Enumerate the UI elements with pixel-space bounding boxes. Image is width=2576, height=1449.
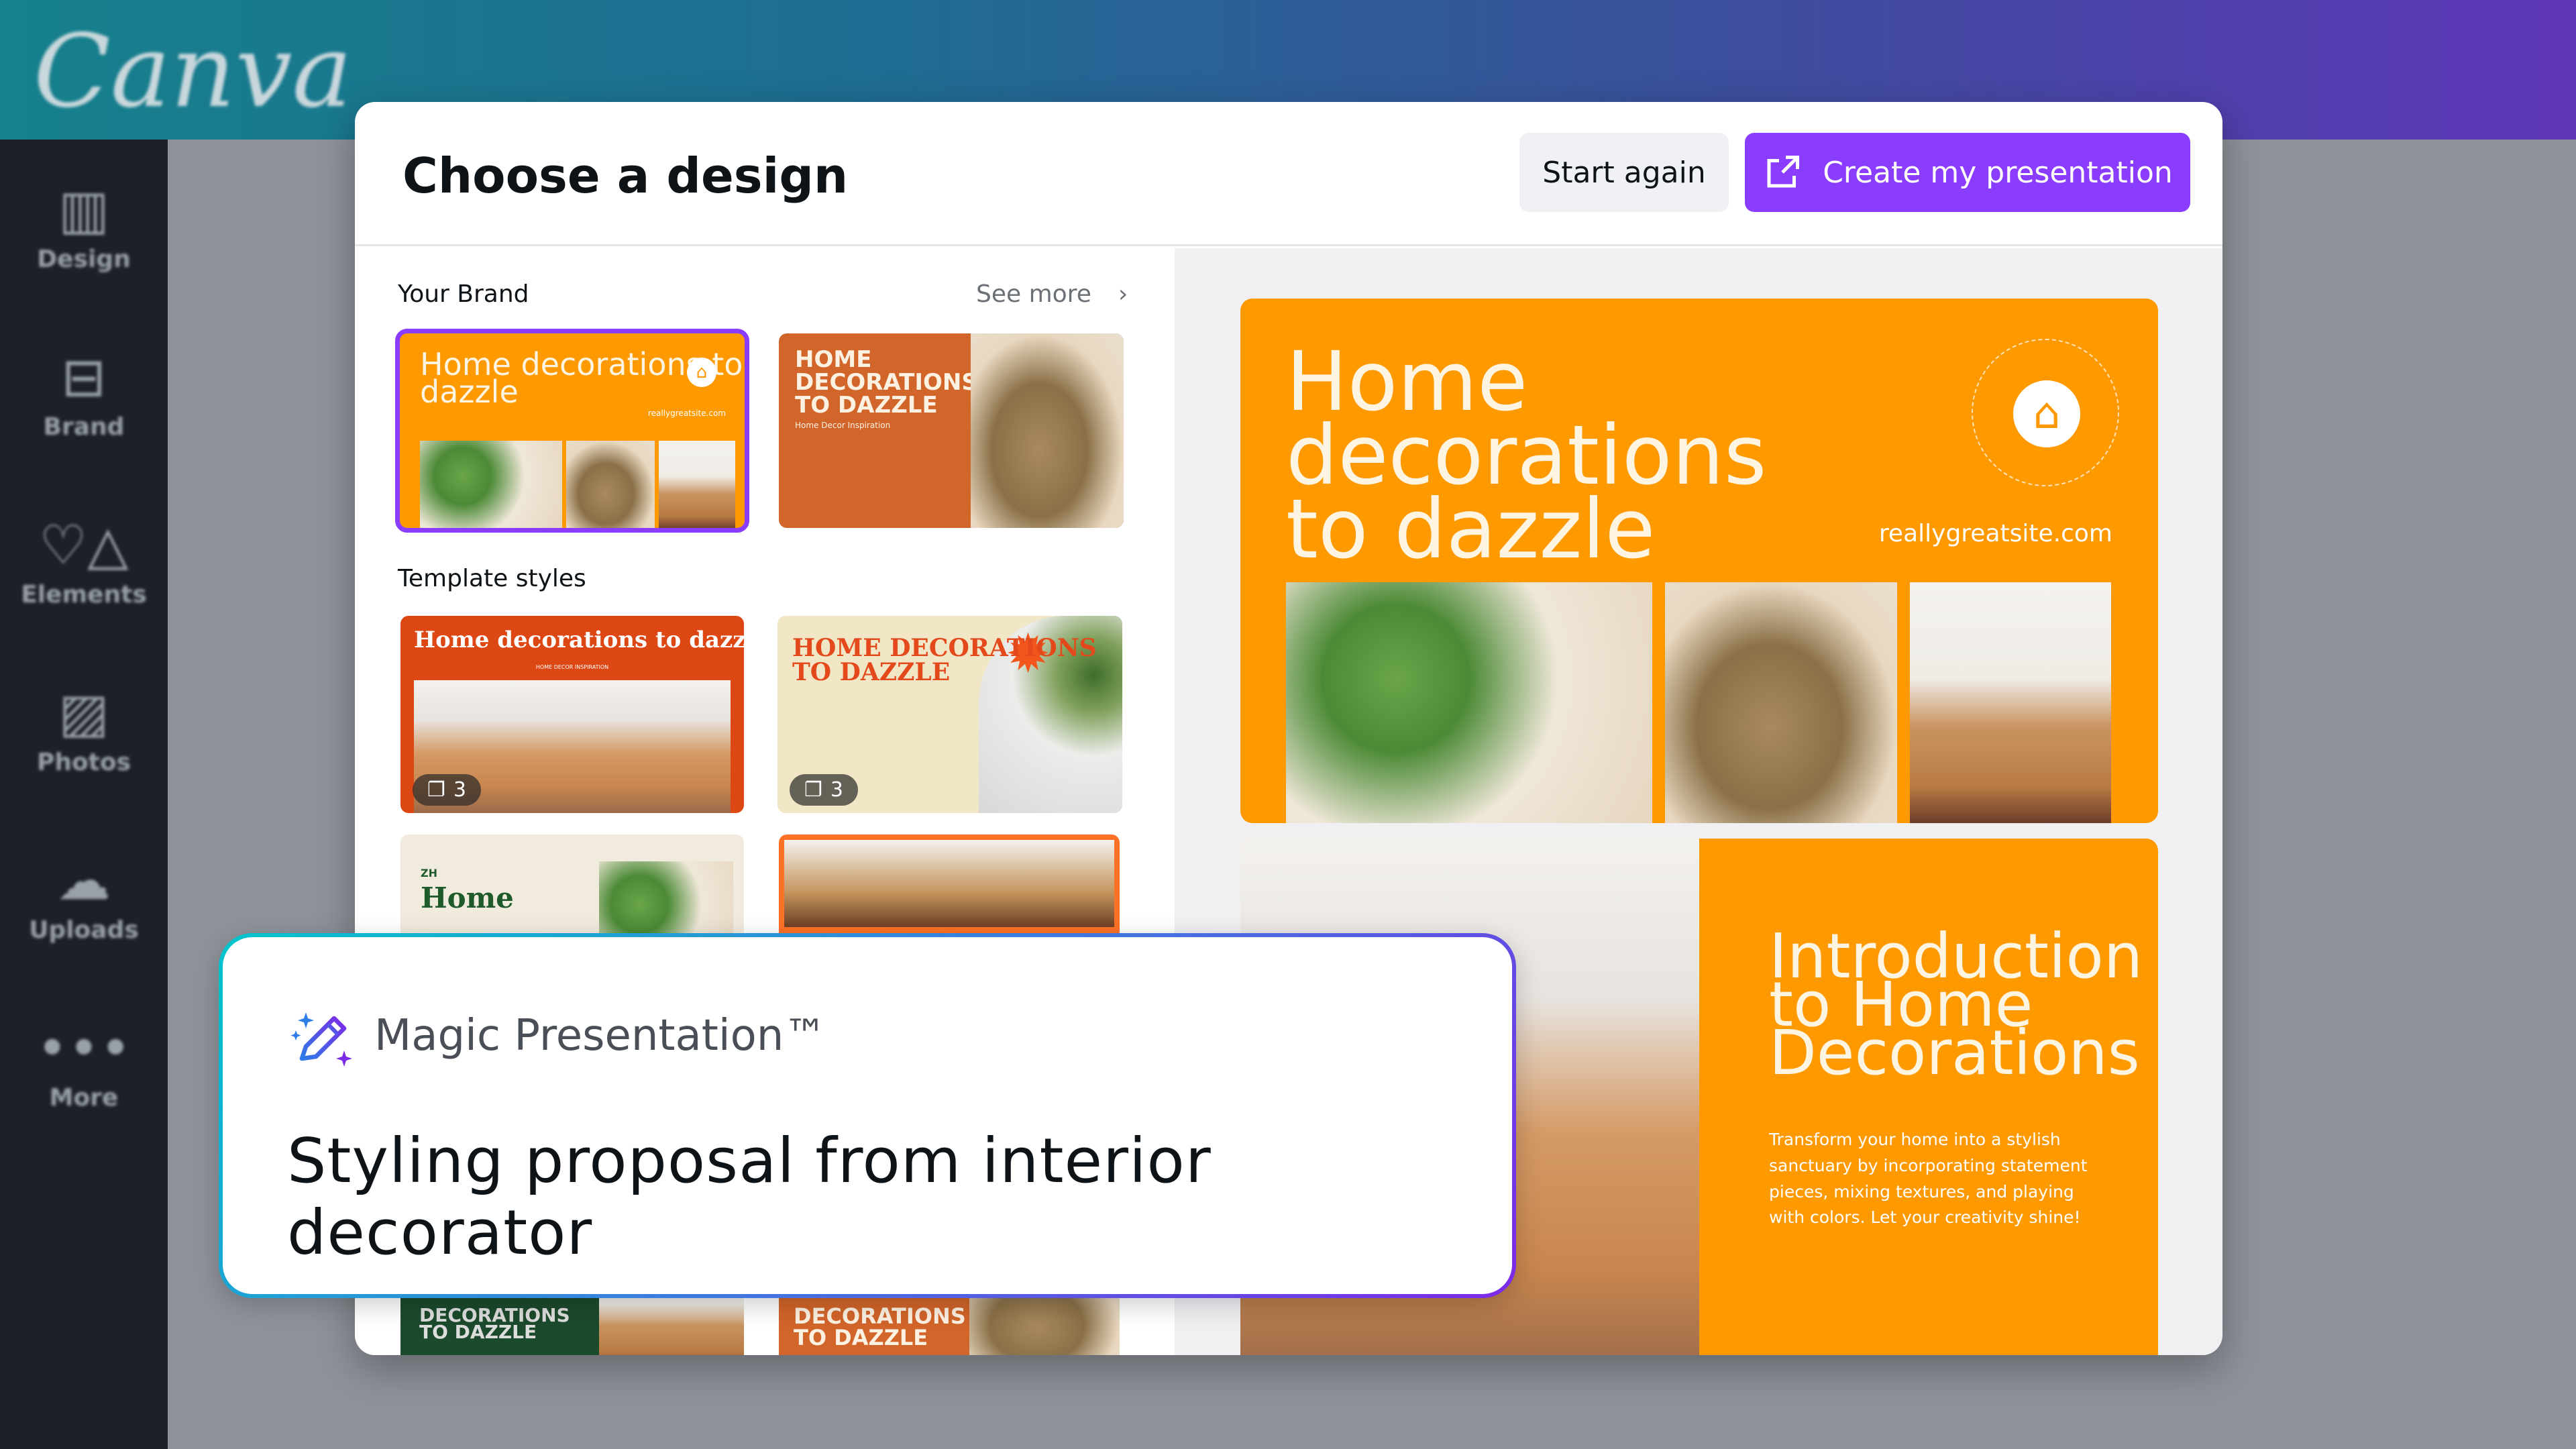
see-more-link[interactable]: See more › [976,280,1128,308]
home-icon: ⌂ [2013,380,2080,447]
slide-title: Introduction to Home Decorations [1769,920,2143,1089]
page-count: 3 [830,778,843,802]
preview-slide-1[interactable]: Home decorations to dazzle ⌂ reallygreat… [1240,299,2158,823]
page-count: 3 [453,778,466,802]
photo-plant [1286,582,1652,823]
chevron-right-icon: › [1118,280,1128,308]
sidebar-item-label: More [49,1084,119,1112]
magic-presentation-title: Magic Presentation™ [374,1011,827,1061]
brand-template-card[interactable]: HOME DECORATIONS TO DAZZLE Home Decor In… [779,333,1124,528]
card-title: Home [421,881,514,914]
page-count-badge: ❐ 3 [790,774,858,806]
card-title: HOME DECORATIONS TO DAZZLE [792,634,1097,686]
see-more-label: See more [976,280,1091,308]
your-brand-heading: Your Brand [398,280,529,308]
prompt-text[interactable]: Styling proposal from interior decorator [287,1125,1512,1269]
photo-room [659,441,735,528]
template-style-card[interactable]: Home decorations to dazzle HOME DECOR IN… [400,616,744,813]
cloud-upload-icon: ☁ [57,849,111,912]
more-dots-icon: ••• [36,1017,131,1079]
photo-basket [566,441,655,528]
slide-title: Home decorations to dazzle [1286,334,1767,577]
photo-dining [784,840,1114,927]
layout-icon: ▥ [58,178,109,241]
sidebar-item-label: Design [37,246,131,273]
sidebar-item-design[interactable]: ▥ Design [0,178,168,274]
create-presentation-button[interactable]: Create my presentation [1745,133,2190,212]
decor-inspiration-badge: ⌂ [1972,339,2119,486]
sidebar-item-brand[interactable]: ⊟ Brand [0,347,168,441]
card-subtitle: Home Decor Inspiration [795,421,891,430]
card-title: DECORATIONS TO DAZZLE [419,1304,570,1344]
sidebar-item-more[interactable]: ••• More [0,1018,168,1112]
canva-logo: Canva [34,13,352,130]
home-icon: ⌂ [687,358,716,387]
card-title: HOME DECORATIONS TO DAZZLE [795,346,978,419]
sidebar-item-label: Uploads [29,916,139,944]
sidebar-item-photos[interactable]: ▨ Photos [0,682,168,777]
card-tag: ZH [421,867,437,879]
card-title: DECORATIONS TO DAZZLE [794,1303,966,1350]
photo-room [1910,582,2111,823]
external-link-icon [1767,156,1800,188]
page-count-badge: ❐ 3 [413,774,481,806]
magic-pencil-icon [290,1012,352,1067]
card-subtitle: HOME DECOR INSPIRATION [535,664,609,670]
brand-kit-icon: ⊟ [61,346,107,409]
shapes-icon: ♡△ [39,514,129,576]
slide-site: reallygreatsite.com [1878,520,2112,547]
magic-presentation-card: Magic Presentation™ Styling proposal fro… [219,933,1516,1298]
sidebar: ▥ Design ⊟ Brand ♡△ Elements ▨ Photos ☁ Uploa… [0,140,168,1449]
create-label: Create my presentation [1823,155,2173,190]
sidebar-item-elements[interactable]: ♡△ Elements [0,514,168,609]
image-icon: ▨ [58,682,109,744]
slide-body: Transform your home into a stylish sanct… [1769,1130,2088,1228]
pages-icon: ❐ [427,778,445,802]
sidebar-item-label: Elements [21,581,147,608]
sidebar-item-uploads[interactable]: ☁ Uploads [0,849,168,945]
photo-plant [420,441,562,528]
sidebar-item-label: Brand [43,413,125,441]
dialog-title: Choose a design [402,148,849,204]
card-site: reallygreatsite.com [647,409,726,418]
template-styles-heading: Template styles [398,565,586,592]
template-style-card[interactable]: ✹ HOME DECORATIONS TO DAZZLE ❐ 3 [777,616,1122,813]
brand-template-card-selected[interactable]: Home decorations to dazzle reallygreatsi… [395,329,749,533]
photo-collage [971,333,1124,528]
sidebar-item-label: Photos [36,749,131,776]
dialog-header: Choose a design Start again Create my pr… [355,102,2222,246]
photo-basket [1665,582,1897,823]
start-again-button[interactable]: Start again [1519,133,1729,212]
pages-icon: ❐ [804,778,822,802]
card-title: Home decorations to dazzle [414,627,744,653]
